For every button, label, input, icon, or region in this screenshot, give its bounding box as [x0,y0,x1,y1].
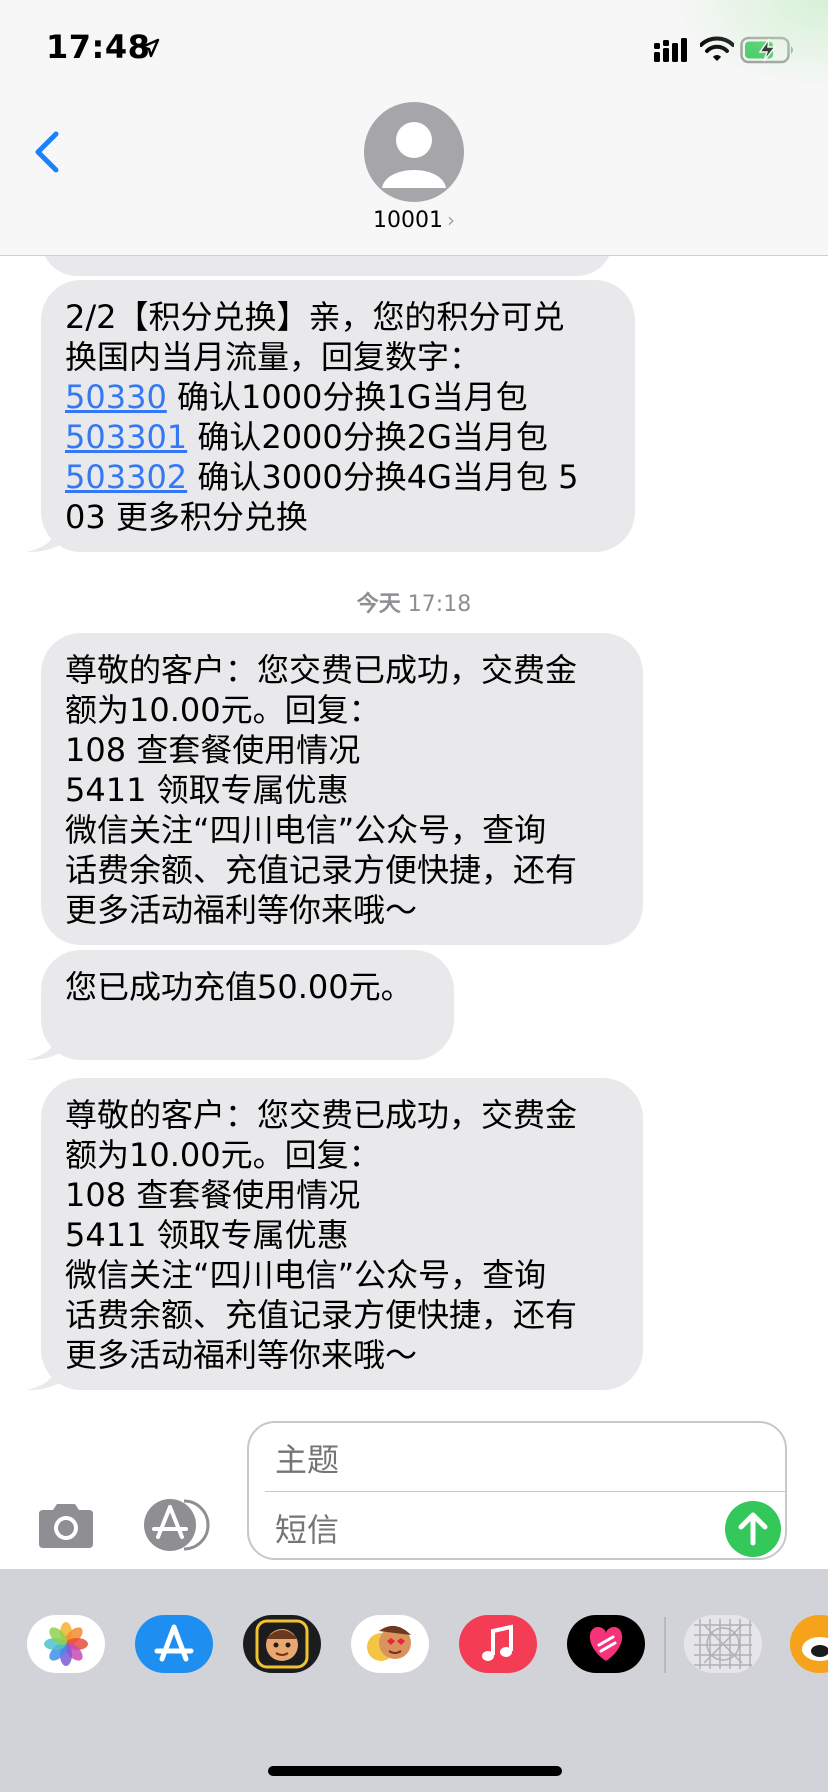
message-text: 额为10.00元。回复： [65,691,381,729]
timestamp: 今天 17:18 [356,592,472,617]
message-text: 换国内当月流量，回复数字： [65,338,482,376]
bubble-tail [27,1356,67,1390]
message-line: 话费余额、充值记录方便快捷，还有 [65,1295,619,1335]
app-drawer [0,1569,828,1792]
message-text: 尊敬的客户：您交费已成功，交费金 [65,1096,578,1134]
message-line: 108 查套餐使用情况 [65,730,619,770]
message-line: 微信关注“四川电信”公众号，查询 [65,810,619,850]
message-bubble[interactable]: 2/2【积分兑换】亲，您的积分可兑 换国内当月流量，回复数字： 50330 确认10… [27,280,635,552]
message-text: 您已成功充值50.00元。 [65,968,413,1006]
animoji-icon[interactable] [351,1615,429,1673]
compose-box [247,1421,787,1560]
phone-number-link[interactable]: 503301 [65,418,187,456]
compose-divider [265,1491,785,1492]
message-line: 5411 领取专属优惠 [65,770,619,810]
cellular-signal-icon [654,38,687,62]
message-text: 尊敬的客户：您交费已成功，交费金 [65,651,578,689]
message-text: 微信关注“四川电信”公众号，查询 [65,811,547,849]
music-icon[interactable] [459,1615,537,1673]
weibo-icon[interactable] [790,1615,828,1673]
message-line: 更多活动福利等你来哦～ [65,890,619,930]
message-line: 换国内当月流量，回复数字： [65,337,611,377]
message-text: 108 查套餐使用情况 [65,731,361,769]
message-line: 503302 确认3000分换4G当月包 5 [65,457,611,497]
message-line: 微信关注“四川电信”公众号，查询 [65,1255,619,1295]
message-text: 2/2【积分兑换】亲，您的积分可兑 [65,298,565,336]
status-time: 17:48 [46,28,151,66]
home-indicator [268,1766,562,1776]
message-line: 额为10.00元。回复： [65,1135,619,1175]
arrow-up-icon [738,1512,768,1546]
photos-icon[interactable] [27,1615,105,1673]
contact-name[interactable]: 10001 › [0,208,828,233]
phone-number-link[interactable]: 50330 [65,378,167,416]
message-text: 更多活动福利等你来哦～ [65,1336,418,1374]
message-line: 尊敬的客户：您交费已成功，交费金 [65,1095,619,1135]
message-text: 微信关注“四川电信”公众号，查询 [65,1256,547,1294]
message-line: 您已成功充值50.00元。 [65,967,430,1007]
camera-icon[interactable] [35,1500,97,1550]
message-text: 108 查套餐使用情况 [65,1176,361,1214]
memoji-icon[interactable] [243,1615,321,1673]
message-text: 确认1000分换1G当月包 [166,378,528,416]
message-text: 额为10.00元。回复： [65,1136,381,1174]
message-line: 2/2【积分兑换】亲，您的积分可兑 [65,297,611,337]
navigation-header: 17:48 10001 › [0,0,828,256]
message-text: 5411 领取专属优惠 [65,1216,349,1254]
wifi-icon [700,36,734,61]
message-text: 确认2000分换2G当月包 [187,418,548,456]
sticker-grid-icon[interactable] [684,1615,762,1673]
message-text: 话费余额、充值记录方便快捷，还有 [65,1296,578,1334]
chevron-right-icon: › [447,208,455,232]
location-arrow-icon [140,38,160,58]
message-line: 话费余额、充值记录方便快捷，还有 [65,850,619,890]
message-text: 更多活动福利等你来哦～ [65,891,418,929]
message-bubble[interactable]: 尊敬的客户：您交费已成功，交费金 额为10.00元。回复： 108 查套餐使用情况 5… [27,1078,643,1390]
message-line: 额为10.00元。回复： [65,690,619,730]
digital-touch-icon[interactable] [567,1615,645,1673]
message-text: 确认3000分换4G当月包 5 [187,458,579,496]
message-bubble[interactable]: 您已成功充值50.00元。 [27,950,454,1060]
message-text: 03 更多积分兑换 [65,498,308,536]
app-store-button-icon[interactable] [140,1497,212,1553]
message-bubble[interactable]: 尊敬的客户：您交费已成功，交费金 额为10.00元。回复： 108 查套餐使用情况 5… [41,633,643,945]
bubble-tail [27,1026,67,1060]
drawer-separator [664,1617,666,1673]
contact-avatar[interactable] [364,102,464,202]
back-chevron-icon[interactable] [30,128,64,176]
message-line: 03 更多积分兑换 [65,497,611,537]
message-line: 503301 确认2000分换2G当月包 [65,417,611,457]
phone-number-link[interactable]: 503302 [65,458,187,496]
bubble-tail [27,518,67,552]
battery-charging-icon [740,36,793,64]
message-line: 尊敬的客户：您交费已成功，交费金 [65,650,619,690]
message-line: 更多活动福利等你来哦～ [65,1335,619,1375]
message-line: 50330 确认1000分换1G当月包 [65,377,611,417]
message-input[interactable] [273,1509,717,1551]
message-line: 108 查套餐使用情况 [65,1175,619,1215]
send-button[interactable] [725,1501,781,1557]
app-store-icon[interactable] [135,1615,213,1673]
message-line: 5411 领取专属优惠 [65,1215,619,1255]
person-icon [382,122,446,188]
message-text: 5411 领取专属优惠 [65,771,349,809]
message-text: 话费余额、充值记录方便快捷，还有 [65,851,578,889]
subject-input[interactable] [273,1439,757,1481]
